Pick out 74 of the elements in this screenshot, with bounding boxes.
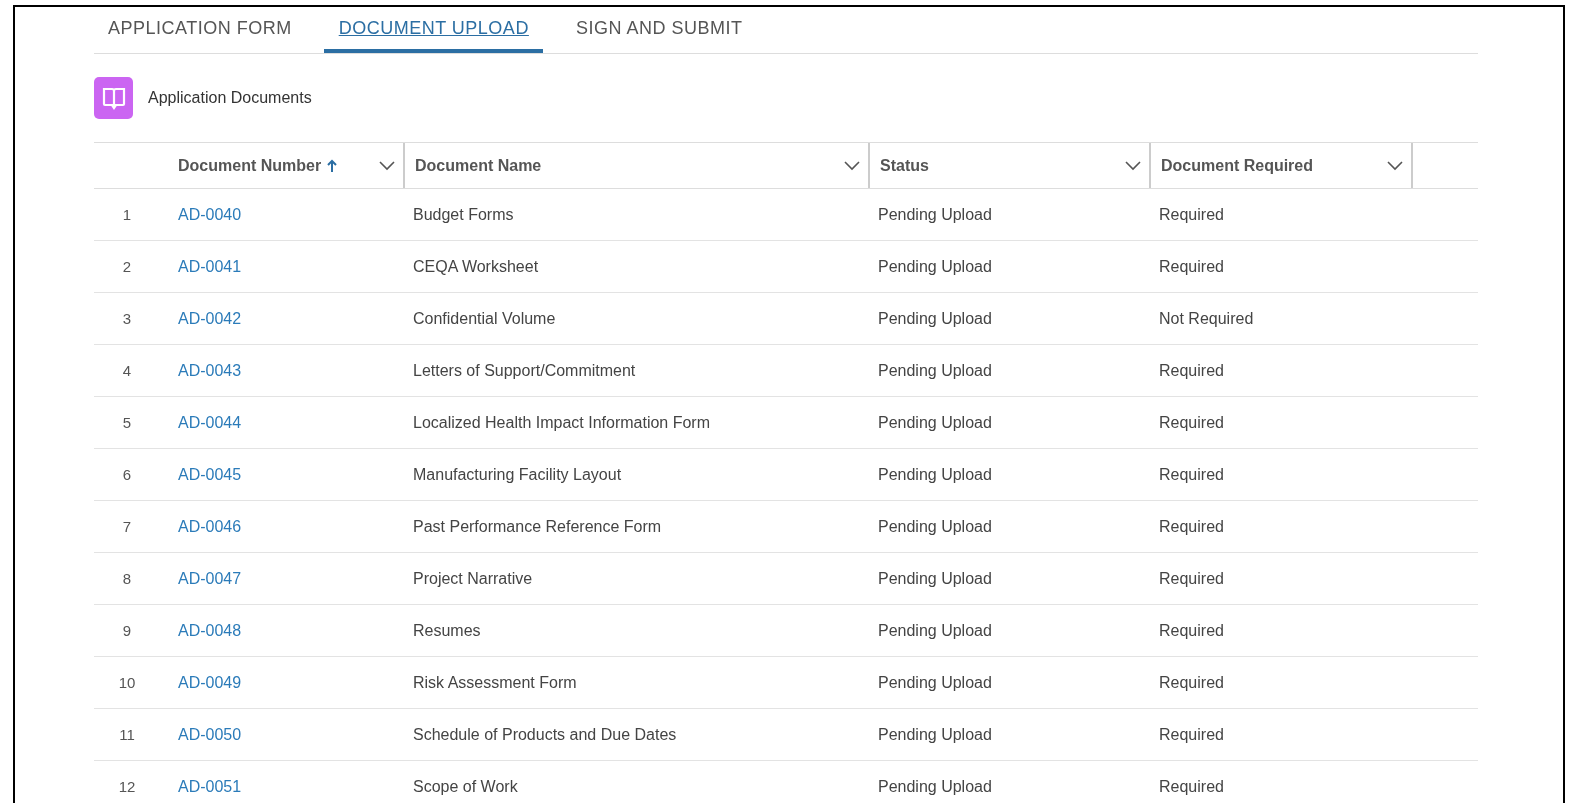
- document-link[interactable]: AD-0040: [160, 205, 403, 224]
- row-number: 2: [122, 258, 132, 275]
- table-cell-text: Pending Upload: [877, 777, 993, 796]
- chevron-down-icon[interactable]: [844, 160, 860, 171]
- chevron-down-icon[interactable]: [1125, 160, 1141, 171]
- document-link[interactable]: AD-0044: [160, 413, 403, 432]
- table-cell-text: Schedule of Products and Due Dates: [412, 725, 678, 744]
- document-link[interactable]: AD-0049: [160, 673, 403, 692]
- tab[interactable]: DOCUMENT UPLOAD: [323, 7, 543, 53]
- document-link[interactable]: AD-0048: [160, 621, 403, 640]
- row-number: 7: [122, 518, 132, 535]
- table-cell-text: Pending Upload: [877, 205, 993, 224]
- table-cell-text: Pending Upload: [877, 413, 993, 432]
- table-cell-text: Required: [1158, 777, 1225, 796]
- table-cell-text: Not Required: [1158, 309, 1255, 328]
- table-cell-text: Confidential Volume: [412, 309, 557, 328]
- table-cell-text: Required: [1158, 725, 1225, 744]
- row-number: 12: [118, 778, 136, 795]
- document-link[interactable]: AD-0045: [160, 465, 403, 484]
- row-number: 4: [122, 362, 132, 379]
- table-cell-text: Manufacturing Facility Layout: [412, 465, 623, 484]
- row-number: 3: [122, 310, 132, 327]
- table-cell-text: Project Narrative: [412, 569, 534, 588]
- document-link[interactable]: AD-0051: [160, 777, 403, 796]
- row-number: 6: [122, 466, 132, 483]
- table-cell-text: Pending Upload: [877, 725, 993, 744]
- tab[interactable]: SIGN AND SUBMIT: [560, 7, 757, 53]
- document-link[interactable]: AD-0047: [160, 569, 403, 588]
- table-cell-text: Localized Health Impact Information Form: [412, 413, 711, 432]
- table-cell-text: Pending Upload: [877, 361, 993, 380]
- row-number: 8: [122, 570, 132, 587]
- tab[interactable]: APPLICATION FORM: [94, 7, 306, 53]
- table-cell-text: Required: [1158, 569, 1225, 588]
- table-cell-text: Required: [1158, 673, 1225, 692]
- card-title: Application Documents: [148, 89, 312, 107]
- column-header[interactable]: Document Required: [1161, 156, 1313, 175]
- document-link[interactable]: AD-0046: [160, 517, 403, 536]
- table-cell-text: Required: [1158, 465, 1225, 484]
- table-cell-text: Past Performance Reference Form: [412, 517, 663, 536]
- row-number: 10: [118, 674, 136, 691]
- chevron-down-icon[interactable]: [1387, 160, 1403, 171]
- table-cell-text: Pending Upload: [877, 309, 993, 328]
- row-number: 9: [122, 622, 132, 639]
- table-cell-text: Pending Upload: [877, 673, 993, 692]
- table-cell-text: Pending Upload: [877, 257, 993, 276]
- table-cell-text: CEQA Worksheet: [412, 257, 540, 276]
- sort-arrow-icon[interactable]: [327, 158, 338, 173]
- table-cell-text: Required: [1158, 361, 1225, 380]
- table-cell-text: Risk Assessment Form: [412, 673, 578, 692]
- row-number: 1: [122, 206, 132, 223]
- table-cell-text: Required: [1158, 413, 1225, 432]
- document-link[interactable]: AD-0042: [160, 309, 403, 328]
- table-cell-text: Budget Forms: [412, 205, 515, 224]
- document-link[interactable]: AD-0050: [160, 725, 403, 744]
- book-icon: [94, 77, 133, 119]
- document-link[interactable]: AD-0041: [160, 257, 403, 276]
- table-cell-text: Scope of Work: [412, 777, 519, 796]
- table-cell-text: Required: [1158, 257, 1225, 276]
- table-cell-text: Pending Upload: [877, 621, 993, 640]
- table-cell-text: Required: [1158, 517, 1225, 536]
- column-header[interactable]: Document Number: [178, 156, 338, 175]
- row-number: 11: [119, 726, 135, 743]
- column-header[interactable]: Document Name: [415, 156, 542, 175]
- row-number: 5: [122, 414, 132, 431]
- chevron-down-icon[interactable]: [379, 160, 395, 171]
- table-cell-text: Required: [1158, 205, 1225, 224]
- table-cell-text: Pending Upload: [877, 517, 993, 536]
- table-cell-text: Resumes: [412, 621, 482, 640]
- table-cell-text: Pending Upload: [877, 569, 993, 588]
- column-header[interactable]: Status: [880, 156, 929, 175]
- document-link[interactable]: AD-0043: [160, 361, 403, 380]
- table-cell-text: Pending Upload: [877, 465, 993, 484]
- table-cell-text: Letters of Support/Commitment: [412, 361, 637, 380]
- table-cell-text: Required: [1158, 621, 1225, 640]
